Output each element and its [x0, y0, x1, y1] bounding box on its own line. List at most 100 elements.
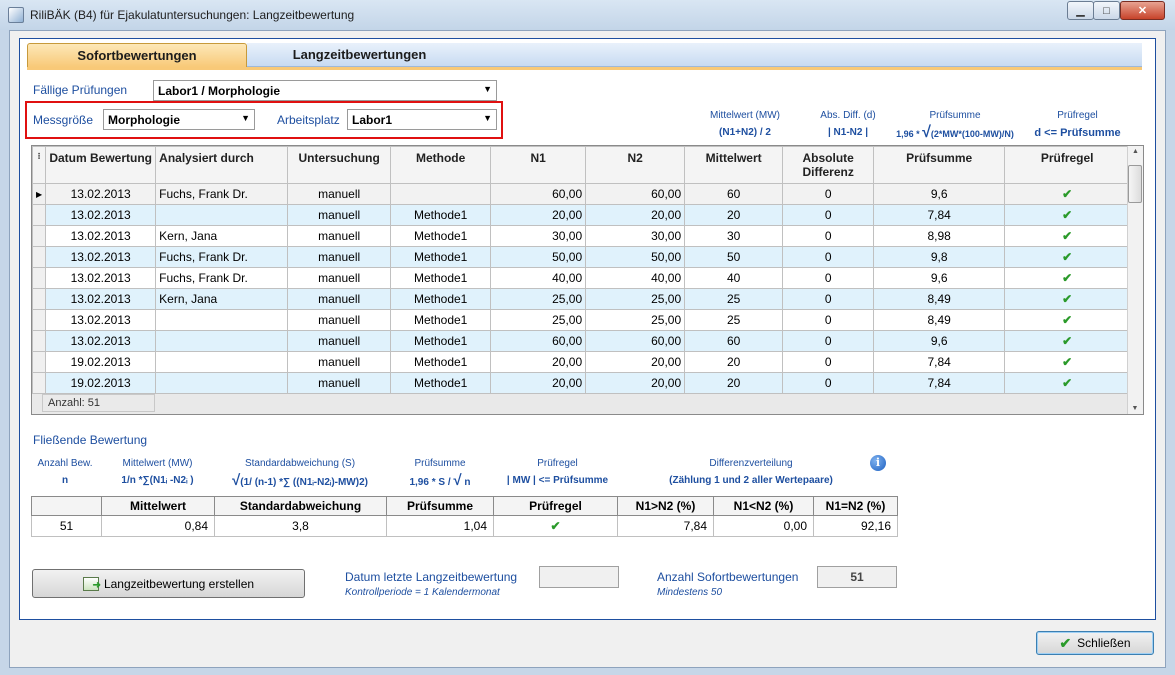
cell-mittelwert: 20: [684, 351, 784, 373]
scroll-down-icon[interactable]: ▼: [1128, 405, 1142, 412]
cell-analysiert: Kern, Jana: [155, 225, 289, 247]
sd-hint-formula: √(1/ (n-1) *∑ ((N1ᵢ-N2ᵢ)-MW)2): [215, 472, 385, 489]
cell-n2: 25,00: [585, 288, 686, 310]
close-button[interactable]: ✔ Schließen: [1036, 631, 1154, 655]
col-n2[interactable]: N2: [585, 146, 686, 184]
row-selector: [32, 246, 47, 268]
col-differenz[interactable]: Absolute Differenz: [782, 146, 875, 184]
create-langzeit-button[interactable]: ➜ Langzeitbewertung erstellen: [32, 569, 305, 598]
row-selector: [32, 351, 47, 373]
cell-n1: 60,00: [490, 330, 587, 352]
table-row[interactable]: 13.02.2013 manuell Methode1 25,00 25,00 25 0 8,…: [32, 309, 1131, 331]
pruefsumme-hint-title: Prüfsumme: [929, 110, 981, 121]
pr-hint-title: Prüfregel: [537, 458, 578, 469]
cell-n2: 20,00: [585, 351, 686, 373]
tab-label: Langzeitbewertungen: [292, 47, 427, 62]
col-datum[interactable]: Datum Bewertung: [45, 146, 157, 184]
table-row[interactable]: 19.02.2013 manuell Methode1 20,00 20,00 20 0 7,…: [32, 351, 1131, 373]
arbeitsplatz-select[interactable]: Labor1 ▼: [347, 109, 497, 130]
close-window-button[interactable]: ✕: [1120, 1, 1165, 20]
cell-mittelwert: 20: [684, 204, 784, 226]
col-mittelwert[interactable]: Mittelwert: [684, 146, 784, 184]
row-pointer-icon: ▶: [32, 183, 47, 205]
cell-pruefsumme: 7,84: [873, 204, 1006, 226]
cell-untersuchung: manuell: [287, 309, 392, 331]
cell-pruefsumme: 8,49: [873, 288, 1006, 310]
cell-n2: 40,00: [585, 267, 686, 289]
cell-n1: 40,00: [490, 267, 587, 289]
cell-datum: 13.02.2013: [45, 309, 157, 331]
cell-n1: 30,00: [490, 225, 587, 247]
cell-pruefsumme: 9,6: [873, 183, 1006, 205]
cell-methode: Methode1: [390, 309, 492, 331]
anzahl-sofort-field: 51: [817, 566, 897, 588]
col-n1[interactable]: N1: [490, 146, 587, 184]
data-grid[interactable]: ⁝ Datum Bewertung Analysiert durch Unter…: [31, 145, 1144, 415]
mw2-hint-title: Mittelwert (MW): [122, 458, 193, 469]
cell-untersuchung: manuell: [287, 267, 392, 289]
check-icon: ✔: [1004, 204, 1131, 226]
dv-hint-formula: (Zählung 1 und 2 aller Wertepaare): [669, 475, 833, 486]
cell-untersuchung: manuell: [287, 183, 392, 205]
cell-untersuchung: manuell: [287, 372, 392, 394]
table-row[interactable]: 13.02.2013 Kern, Jana manuell Methode1 30,00…: [32, 225, 1131, 247]
sqrt-icon: √: [453, 472, 462, 489]
messgroesse-value: Morphologie: [108, 113, 180, 127]
info-icon[interactable]: i: [870, 455, 886, 471]
check-icon: ✔: [1004, 330, 1131, 352]
scroll-up-icon[interactable]: ▲: [1128, 148, 1143, 155]
table-row[interactable]: ▶ 13.02.2013 Fuchs, Frank Dr. manuell 60,00 6…: [32, 183, 1131, 205]
fliessend-value-row: 51 0,84 3,8 1,04 ✔ 7,84 0,00 92,16: [31, 515, 898, 537]
row-selector: [32, 204, 47, 226]
cell-datum: 13.02.2013: [45, 183, 157, 205]
fcol-mittelwert: Mittelwert: [101, 496, 215, 516]
fcol-pruefsumme: Prüfsumme: [386, 496, 494, 516]
cell-mittelwert: 25: [684, 309, 784, 331]
scroll-thumb[interactable]: [1128, 165, 1142, 203]
col-methode[interactable]: Methode: [390, 146, 492, 184]
table-row[interactable]: 13.02.2013 manuell Methode1 20,00 20,00 20 0 7,…: [32, 204, 1131, 226]
fcol-n: [31, 496, 102, 516]
close-button-label: Schließen: [1077, 636, 1131, 650]
tab-sofortbewertungen[interactable]: Sofortbewertungen: [27, 43, 247, 67]
table-row[interactable]: 13.02.2013 Kern, Jana manuell Methode1 25,00…: [32, 288, 1131, 310]
minimize-button[interactable]: ▁: [1067, 1, 1094, 20]
cell-differenz: 0: [782, 309, 875, 331]
fliessend-table: Mittelwert Standardabweichung Prüfsumme …: [31, 496, 898, 537]
cell-n2: 25,00: [585, 309, 686, 331]
cell-methode: Methode1: [390, 372, 492, 394]
cell-n1: 50,00: [490, 246, 587, 268]
fval-sd: 3,8: [214, 515, 387, 537]
cell-pruefsumme: 7,84: [873, 351, 1006, 373]
pr-hint-formula: | MW | <= Prüfsumme: [506, 475, 609, 486]
col-pruefsumme[interactable]: Prüfsumme: [873, 146, 1006, 184]
cell-mittelwert: 60: [684, 330, 784, 352]
grid-table: ⁝ Datum Bewertung Analysiert durch Unter…: [32, 146, 1131, 394]
check-icon: ✔: [1004, 372, 1131, 394]
mw-hint-title: Mittelwert (MW): [710, 110, 780, 121]
table-row[interactable]: 19.02.2013 manuell Methode1 20,00 20,00 20 0 7,…: [32, 372, 1131, 394]
col-analysiert[interactable]: Analysiert durch: [155, 146, 289, 184]
tab-langzeitbewertungen[interactable]: Langzeitbewertungen: [247, 43, 1142, 67]
sd-formula: (1/ (n-1) *∑ ((N1ᵢ-N2ᵢ)-MW)2): [240, 477, 368, 488]
col-untersuchung[interactable]: Untersuchung: [287, 146, 392, 184]
chevron-down-icon: ▼: [483, 113, 492, 123]
cell-untersuchung: manuell: [287, 246, 392, 268]
table-row[interactable]: 13.02.2013 manuell Methode1 60,00 60,00 60 0 9,…: [32, 330, 1131, 352]
col-pruefregel[interactable]: Prüfregel: [1004, 146, 1131, 184]
row-selector: [32, 372, 47, 394]
maximize-button[interactable]: □: [1093, 1, 1120, 20]
cell-differenz: 0: [782, 204, 875, 226]
table-row[interactable]: 13.02.2013 Fuchs, Frank Dr. manuell Methode…: [32, 267, 1131, 289]
cell-datum: 13.02.2013: [45, 330, 157, 352]
messgroesse-select[interactable]: Morphologie ▼: [103, 109, 255, 130]
anzahl-sofort-label: Anzahl Sofortbewertungen: [657, 570, 799, 584]
dv-hint-title: Differenzverteilung: [709, 458, 793, 469]
cell-analysiert: Fuchs, Frank Dr.: [155, 267, 289, 289]
row-selector-header[interactable]: ⁝: [32, 146, 47, 184]
table-row[interactable]: 13.02.2013 Fuchs, Frank Dr. manuell Methode…: [32, 246, 1131, 268]
faellige-select[interactable]: Labor1 / Morphologie ▼: [153, 80, 497, 101]
pruefsumme-hint-formula: 1,96 * √(2*MW*(100-MW)/N): [890, 124, 1020, 142]
check-icon: ✔: [1004, 288, 1131, 310]
cell-mittelwert: 30: [684, 225, 784, 247]
